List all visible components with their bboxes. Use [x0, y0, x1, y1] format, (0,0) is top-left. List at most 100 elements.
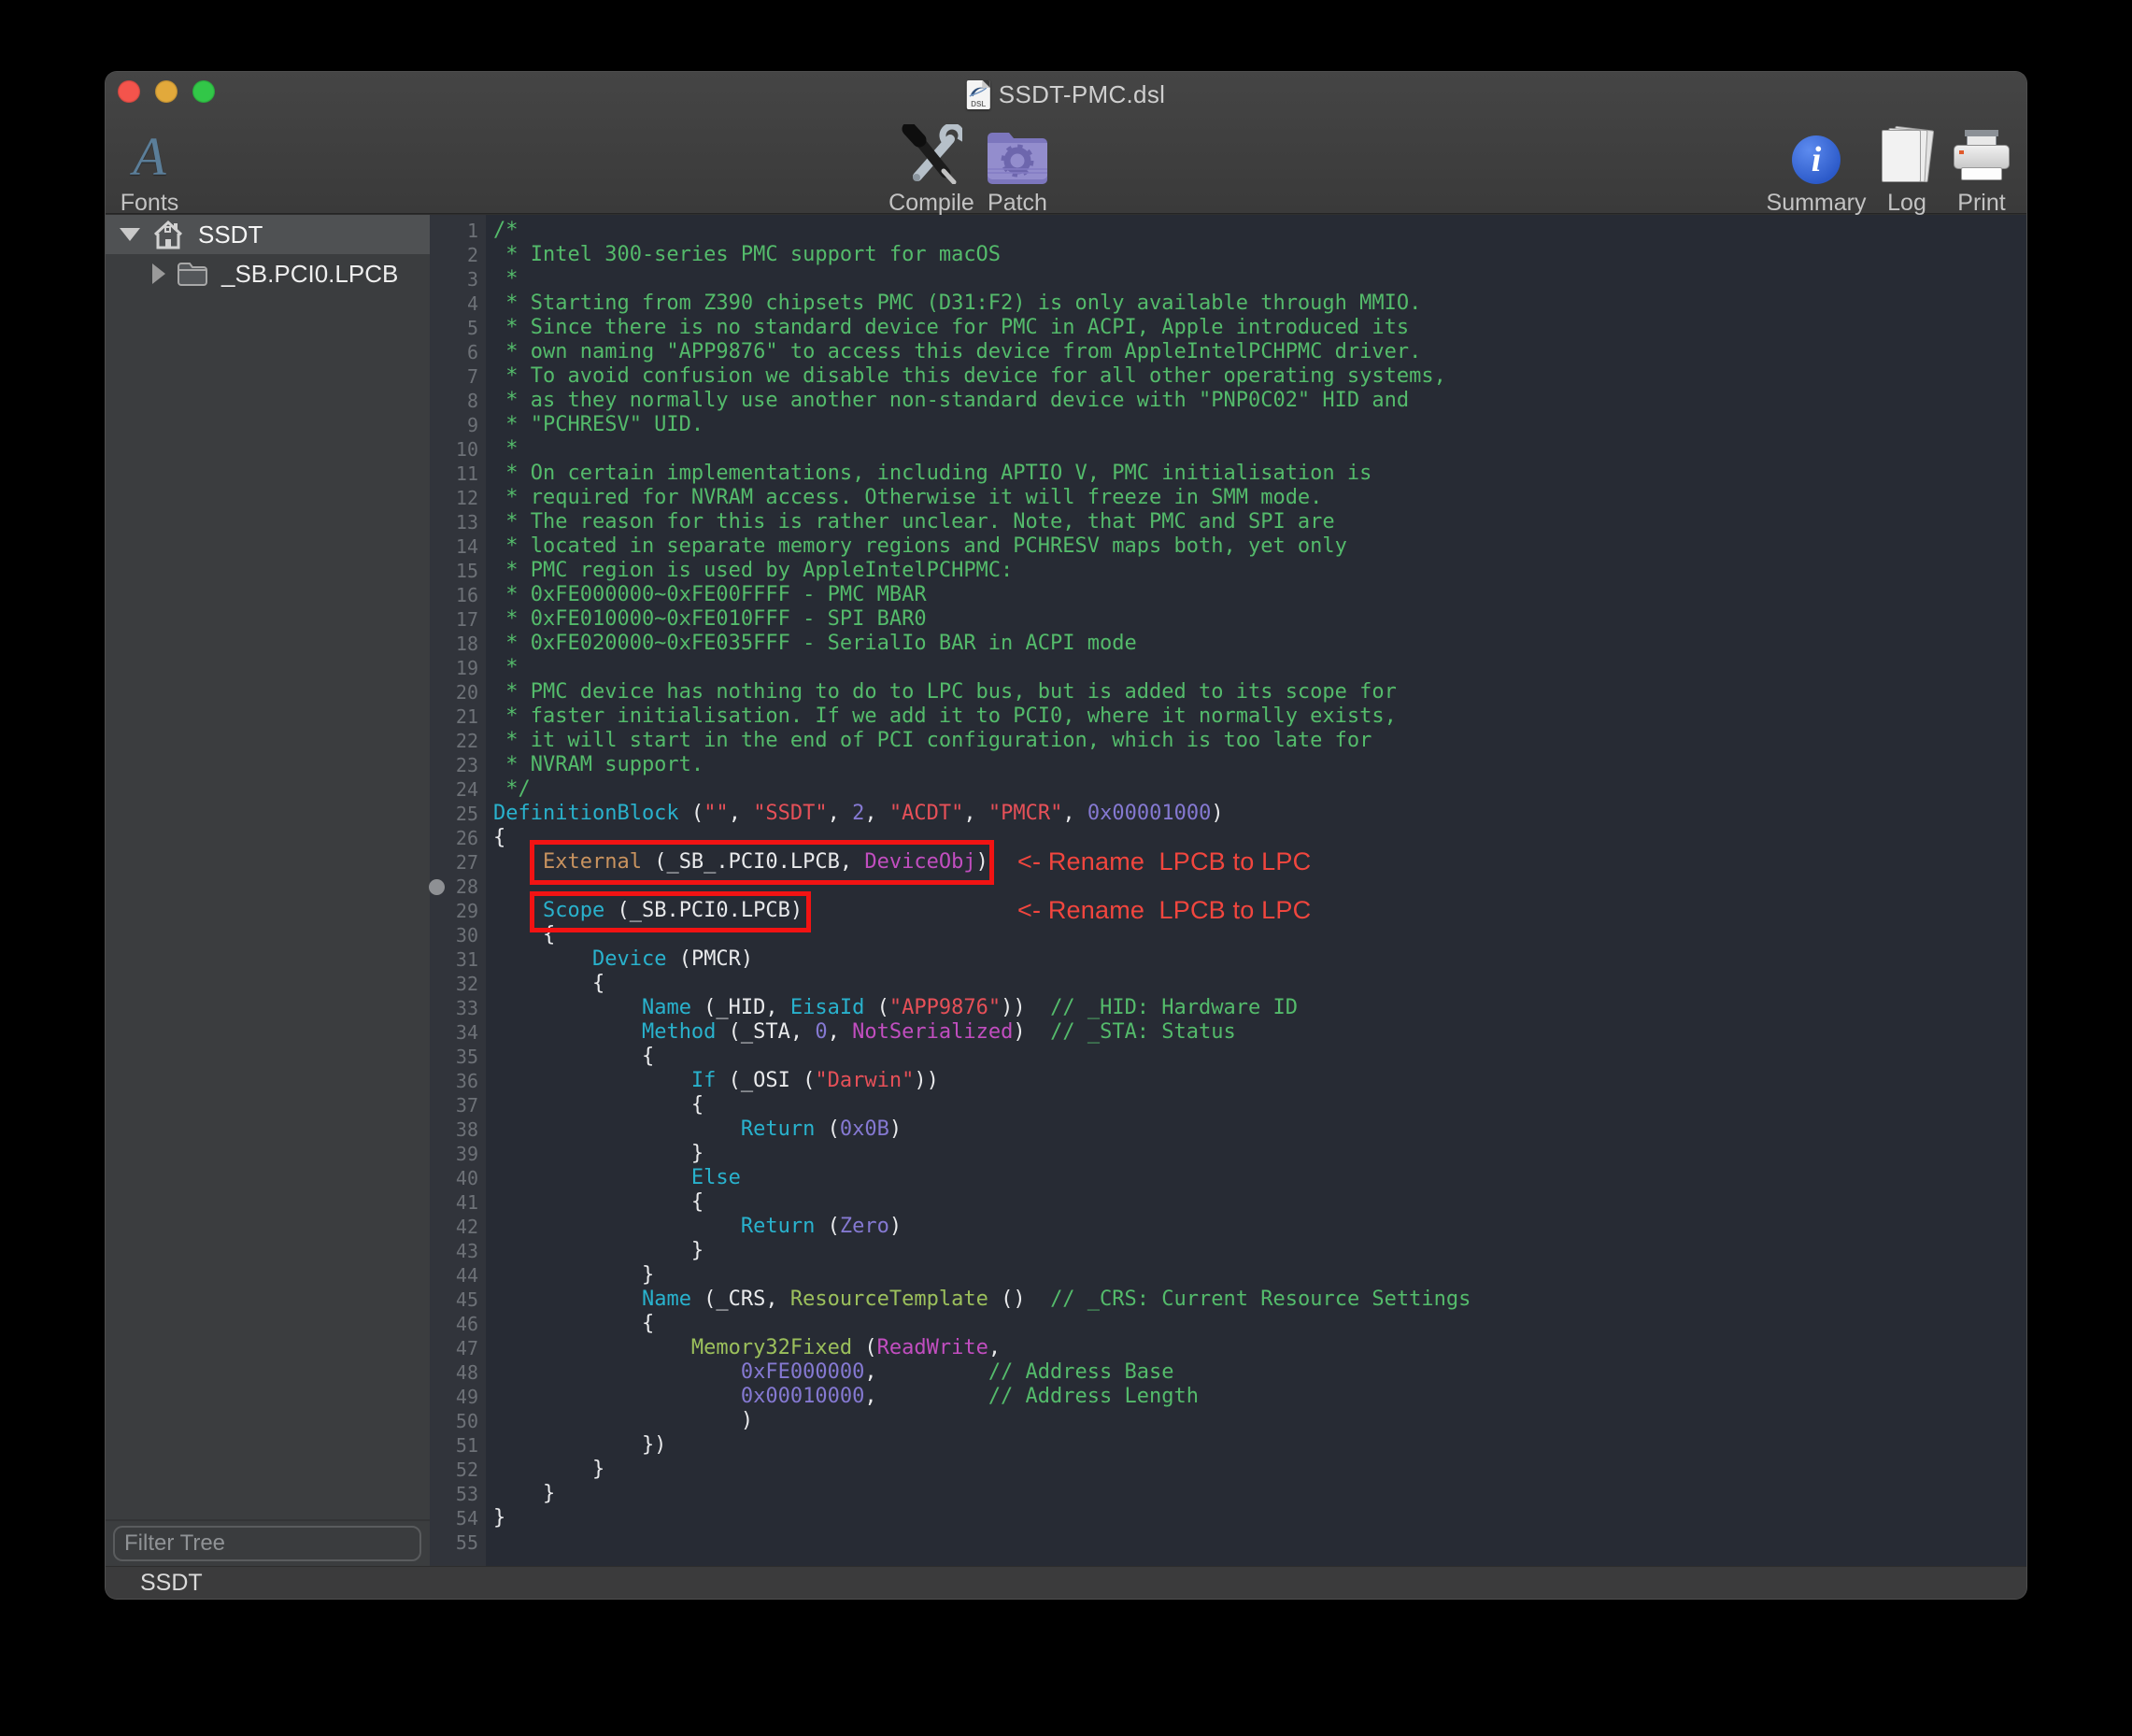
minimize-button[interactable] — [155, 80, 178, 103]
code-line[interactable]: 3 * — [430, 267, 2026, 292]
code-line[interactable]: 1/* — [430, 219, 2026, 243]
code-line[interactable]: 17 * 0xFE010000~0xFE010FFF - SPI BAR0 — [430, 607, 2026, 632]
traffic-lights — [118, 80, 215, 103]
code-text: * 0xFE010000~0xFE010FFF - SPI BAR0 — [486, 607, 927, 632]
code-text: Name (_HID, EisaId ("APP9876")) // _HID:… — [486, 996, 1298, 1020]
line-number: 1 — [430, 219, 486, 243]
patch-button[interactable]: Patch — [943, 122, 1092, 217]
code-text: Return (Zero) — [486, 1215, 902, 1239]
code-line[interactable]: 36 If (_OSI ("Darwin")) — [430, 1069, 2026, 1093]
code-line[interactable]: 24 */ — [430, 777, 2026, 802]
line-number: 38 — [430, 1117, 486, 1142]
code-line[interactable]: 21 * faster initialisation. If we add it… — [430, 704, 2026, 729]
gutter-marker-dot[interactable] — [429, 879, 445, 895]
code-line[interactable]: 54} — [430, 1506, 2026, 1530]
code-line[interactable]: 49 0x00010000, // Address Length — [430, 1385, 2026, 1409]
code-line[interactable]: 55 — [430, 1530, 2026, 1555]
code-line[interactable]: 48 0xFE000000, // Address Base — [430, 1360, 2026, 1385]
line-number: 52 — [430, 1458, 486, 1482]
code-line[interactable]: 50 ) — [430, 1409, 2026, 1433]
filter-tree-input[interactable] — [124, 1530, 414, 1557]
code-text: * To avoid confusion we disable this dev… — [486, 364, 1446, 389]
code-line[interactable]: 52 } — [430, 1458, 2026, 1482]
code-line[interactable]: 43 } — [430, 1239, 2026, 1263]
code-text: } — [486, 1239, 704, 1263]
code-line[interactable]: 19 * — [430, 656, 2026, 680]
tree-item-label: _SB.PCI0.LPCB — [221, 260, 398, 289]
line-number: 27 — [430, 850, 486, 875]
code-text: * The reason for this is rather unclear.… — [486, 510, 1335, 534]
disclosure-closed-icon[interactable] — [152, 263, 165, 284]
code-line[interactable]: 9 * "PCHRESV" UID. — [430, 413, 2026, 437]
tree-item-sb-pci0-lpcb[interactable]: _SB.PCI0.LPCB — [106, 254, 430, 293]
code-line[interactable]: 31 Device (PMCR) — [430, 947, 2026, 972]
code-line[interactable]: 47 Memory32Fixed (ReadWrite, — [430, 1336, 2026, 1360]
code-line[interactable]: 41 { — [430, 1190, 2026, 1215]
code-line[interactable]: 15 * PMC region is used by AppleIntelPCH… — [430, 559, 2026, 583]
line-number: 37 — [430, 1093, 486, 1117]
line-number: 46 — [430, 1312, 486, 1336]
code-line[interactable]: 13 * The reason for this is rather uncle… — [430, 510, 2026, 534]
close-button[interactable] — [118, 80, 140, 103]
code-line[interactable]: 16 * 0xFE000000~0xFE00FFFF - PMC MBAR — [430, 583, 2026, 607]
title-group: DSL SSDT-PMC.dsl — [967, 80, 1165, 109]
fonts-button[interactable]: A Fonts — [106, 122, 224, 217]
zoom-button[interactable] — [192, 80, 215, 103]
code-line[interactable]: 44 } — [430, 1263, 2026, 1288]
code-line[interactable]: 42 Return (Zero) — [430, 1215, 2026, 1239]
line-number: 45 — [430, 1288, 486, 1312]
patch-icon — [943, 122, 1092, 184]
titlebar[interactable]: DSL SSDT-PMC.dsl — [106, 72, 2026, 122]
code-line[interactable]: 6 * own naming "APP9876" to access this … — [430, 340, 2026, 364]
code-line[interactable]: 38 Return (0x0B) — [430, 1117, 2026, 1142]
code-line[interactable]: 8 * as they normally use another non-sta… — [430, 389, 2026, 413]
line-number: 4 — [430, 292, 486, 316]
code-line[interactable]: 51 }) — [430, 1433, 2026, 1458]
code-line[interactable]: 11 * On certain implementations, includi… — [430, 462, 2026, 486]
line-number: 40 — [430, 1166, 486, 1190]
line-number: 12 — [430, 486, 486, 510]
code-text: { — [486, 826, 505, 850]
line-number: 47 — [430, 1336, 486, 1360]
code-line[interactable]: 18 * 0xFE020000~0xFE035FFF - SerialIo BA… — [430, 632, 2026, 656]
tree-item-ssdt[interactable]: SSDT — [106, 215, 430, 254]
line-number: 6 — [430, 340, 486, 364]
line-number: 15 — [430, 559, 486, 583]
print-button[interactable]: Print — [1907, 122, 2026, 217]
code-text — [486, 875, 493, 899]
filter-field[interactable] — [113, 1526, 421, 1561]
code-text: * — [486, 437, 519, 462]
code-line[interactable]: 53 } — [430, 1482, 2026, 1506]
code-line[interactable]: 20 * PMC device has nothing to do to LPC… — [430, 680, 2026, 704]
code-line[interactable]: 33 Name (_HID, EisaId ("APP9876")) // _H… — [430, 996, 2026, 1020]
code-line[interactable]: 12 * required for NVRAM access. Otherwis… — [430, 486, 2026, 510]
code-text: 0xFE000000, // Address Base — [486, 1360, 1174, 1385]
code-line[interactable]: 39 } — [430, 1142, 2026, 1166]
line-number: 9 — [430, 413, 486, 437]
code-line[interactable]: 34 Method (_STA, 0, NotSerialized) // _S… — [430, 1020, 2026, 1045]
code-text: * it will start in the end of PCI config… — [486, 729, 1372, 753]
line-number: 33 — [430, 996, 486, 1020]
disclosure-open-icon[interactable] — [120, 228, 140, 241]
printer-icon — [1954, 130, 2010, 184]
code-line[interactable]: 32 { — [430, 972, 2026, 996]
code-line[interactable]: 40 Else — [430, 1166, 2026, 1190]
line-number: 50 — [430, 1409, 486, 1433]
code-line[interactable]: 37 { — [430, 1093, 2026, 1117]
code-line[interactable]: 22 * it will start in the end of PCI con… — [430, 729, 2026, 753]
code-editor[interactable]: 1/*2 * Intel 300-series PMC support for … — [430, 215, 2026, 1566]
code-text: } — [486, 1482, 555, 1506]
code-line[interactable]: 10 * — [430, 437, 2026, 462]
code-text: /* — [486, 219, 519, 243]
code-line[interactable]: 7 * To avoid confusion we disable this d… — [430, 364, 2026, 389]
code-line[interactable]: 14 * located in separate memory regions … — [430, 534, 2026, 559]
code-line[interactable]: 35 { — [430, 1045, 2026, 1069]
code-line[interactable]: 46 { — [430, 1312, 2026, 1336]
code-line[interactable]: 2 * Intel 300-series PMC support for mac… — [430, 243, 2026, 267]
code-line[interactable]: 5 * Since there is no standard device fo… — [430, 316, 2026, 340]
code-line[interactable]: 23 * NVRAM support. — [430, 753, 2026, 777]
code-line[interactable]: 25DefinitionBlock ("", "SSDT", 2, "ACDT"… — [430, 802, 2026, 826]
code-line[interactable]: 4 * Starting from Z390 chipsets PMC (D31… — [430, 292, 2026, 316]
line-number: 20 — [430, 680, 486, 704]
code-line[interactable]: 45 Name (_CRS, ResourceTemplate () // _C… — [430, 1288, 2026, 1312]
